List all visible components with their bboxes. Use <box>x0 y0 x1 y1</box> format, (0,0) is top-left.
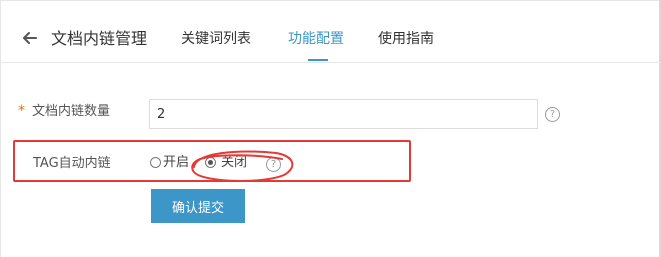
tab-feature-config[interactable]: 功能配置 <box>288 30 344 48</box>
tag-autolink-label: TAG自动内链 <box>33 156 111 171</box>
question-circle-icon[interactable]: ? <box>545 107 560 122</box>
top-border <box>0 0 661 1</box>
left-border <box>0 0 1 257</box>
required-marker: * <box>18 103 25 119</box>
link-count-label: 文档内链数量 <box>32 104 111 119</box>
link-count-input[interactable] <box>149 99 538 129</box>
page-title: 文档内链管理 <box>51 29 148 48</box>
submit-button[interactable]: 确认提交 <box>151 189 245 223</box>
header-divider <box>0 62 661 63</box>
tab-user-guide[interactable]: 使用指南 <box>378 30 434 48</box>
radio-enable[interactable] <box>150 157 161 168</box>
active-tab-indicator <box>308 59 328 61</box>
arrow-left-icon[interactable] <box>20 28 40 48</box>
annotation-scribble <box>191 150 294 182</box>
page: 文档内链管理 关键词列表 功能配置 使用指南 * 文档内链数量 ? TAG自动内… <box>0 0 661 257</box>
tab-keyword-list[interactable]: 关键词列表 <box>181 30 251 48</box>
